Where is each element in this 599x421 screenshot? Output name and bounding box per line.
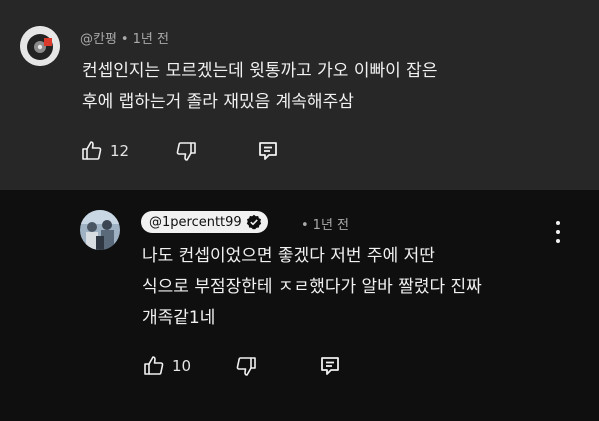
- separator-dot: •: [301, 218, 309, 233]
- reply-comment-icon: [256, 139, 280, 163]
- dislike-button[interactable]: [174, 139, 198, 163]
- comment-card: @칸평 • 1년 전 컨셉인지는 모르겠는데 윗통까고 가오 이빠이 잡은 후에 랩…: [0, 0, 599, 190]
- separator-dot: •: [120, 32, 129, 47]
- timestamp[interactable]: 1년 전: [313, 218, 349, 233]
- timestamp[interactable]: 1년 전: [133, 32, 169, 47]
- reply-text: 나도 컨셉이었으면 좋겠다 저번 주에 저딴 식으로 부점장한테 ㅈㄹ했다가 알…: [142, 241, 482, 334]
- reply-comment-icon: [318, 354, 342, 378]
- reply-line: 식으로 부점장한테 ㅈㄹ했다가 알바 짤렸다 진짜: [142, 277, 482, 297]
- thumbs-down-icon: [234, 354, 258, 378]
- author-badge[interactable]: @1percentt99: [141, 211, 268, 233]
- like-button[interactable]: 10: [142, 354, 191, 378]
- thumbs-up-icon: [80, 139, 104, 163]
- like-count: 10: [172, 357, 192, 375]
- author-name: @1percentt99: [149, 214, 242, 230]
- avatar[interactable]: [80, 210, 120, 250]
- reply-button[interactable]: [256, 139, 280, 163]
- verified-badge-icon: [246, 214, 262, 230]
- avatar[interactable]: [20, 26, 60, 66]
- thumbs-up-icon: [142, 354, 166, 378]
- more-vertical-icon[interactable]: [555, 221, 561, 243]
- like-count: 12: [110, 142, 130, 160]
- reply-meta: • 1년 전: [297, 214, 349, 233]
- comment-line: 컨셉인지는 모르겠는데 윗통까고 가오 이빠이 잡은: [82, 61, 438, 81]
- comment-meta: @칸평 • 1년 전: [80, 28, 169, 47]
- reply-line: 개족같1네: [142, 308, 216, 328]
- dislike-button[interactable]: [234, 354, 258, 378]
- comment-line: 후에 랩하는거 졸라 재밌음 계속해주삼: [82, 92, 354, 112]
- reply-button[interactable]: [318, 354, 342, 378]
- comment-text: 컨셉인지는 모르겠는데 윗통까고 가오 이빠이 잡은 후에 랩하는거 졸라 재밌…: [82, 56, 437, 118]
- reply-line: 나도 컨셉이었으면 좋겠다 저번 주에 저딴: [142, 246, 435, 266]
- thumbs-down-icon: [174, 139, 198, 163]
- like-button[interactable]: 12: [80, 139, 129, 163]
- author-name[interactable]: @칸평: [80, 32, 117, 47]
